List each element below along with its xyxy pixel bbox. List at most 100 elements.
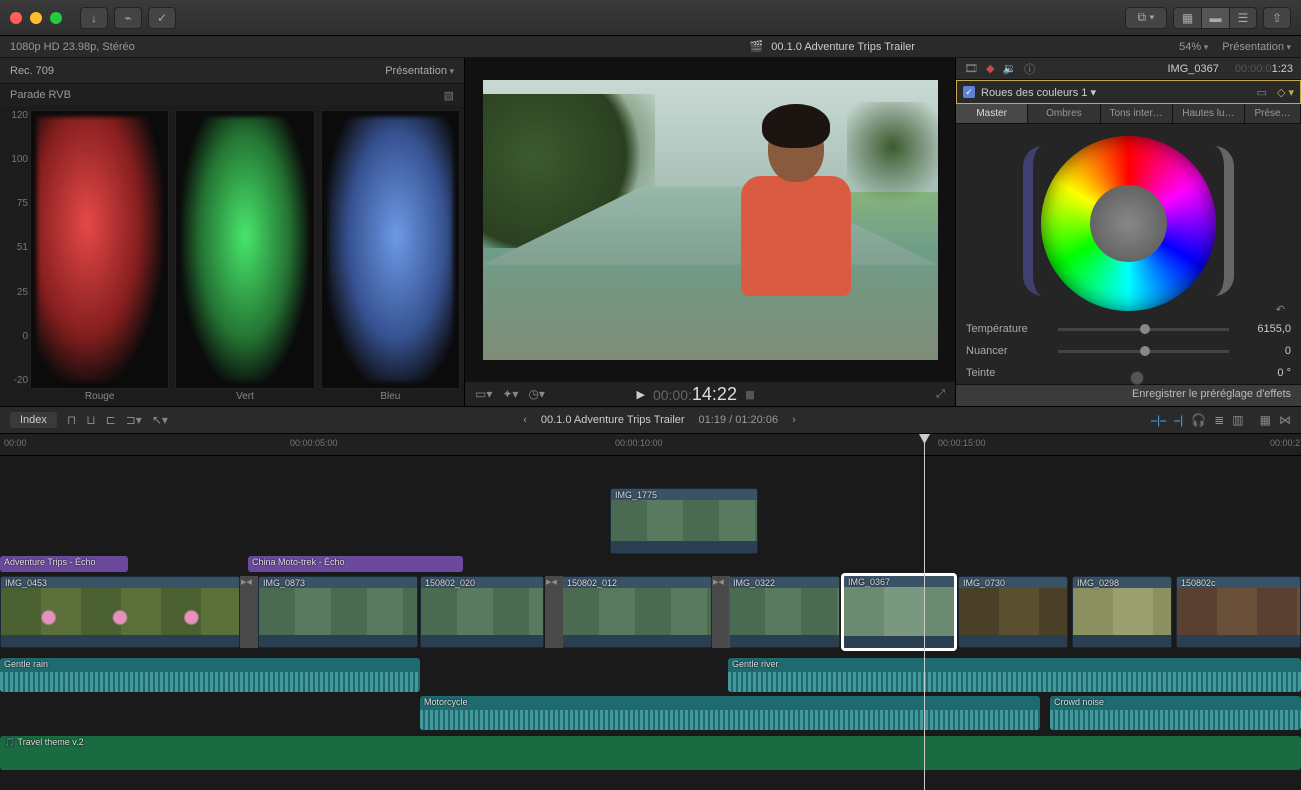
clip-0298[interactable]: IMG_0298 bbox=[1072, 576, 1172, 648]
solo-icon[interactable]: 🎧 bbox=[1191, 413, 1206, 427]
format-info: 1080p HD 23.98p, Stéréo bbox=[10, 41, 440, 53]
info-tab-icon[interactable]: ⓘ bbox=[1024, 61, 1035, 77]
seg-mids[interactable]: Tons inter… bbox=[1101, 104, 1173, 123]
audio-tab-icon[interactable]: 🔉 bbox=[1002, 62, 1016, 75]
inspector-sliders: Température 6155,0 Nuancer 0 Teinte 0 ° bbox=[956, 318, 1301, 384]
ruler-mark-15: 00:00:15:00 bbox=[938, 438, 986, 448]
fullscreen-icon[interactable]: ⤢ bbox=[936, 388, 945, 401]
yaxis-100: 100 bbox=[4, 154, 28, 165]
timeline-ruler[interactable]: 00:00 00:00:05:00 00:00:10:00 00:00:15:0… bbox=[0, 434, 1301, 456]
timeline-back-icon[interactable]: ‹ bbox=[523, 414, 527, 426]
effects-browser-icon[interactable]: ▦ bbox=[1260, 413, 1271, 427]
playhead[interactable] bbox=[924, 434, 925, 790]
color-tab-icon[interactable]: ◆ bbox=[986, 62, 994, 75]
browser-toggle[interactable]: ▦ bbox=[1173, 7, 1201, 29]
scopes-presentation-menu[interactable]: Présentation bbox=[385, 65, 454, 77]
scope-green: Vert bbox=[175, 110, 314, 402]
clip-appearance-icon[interactable]: ▭▾ bbox=[475, 387, 492, 401]
index-button[interactable]: Index bbox=[10, 412, 57, 428]
clip-label: 🎵 Travel theme v.2 bbox=[4, 737, 84, 748]
hue-value[interactable]: 0 ° bbox=[1237, 367, 1291, 379]
temperature-value[interactable]: 6155,0 bbox=[1237, 323, 1291, 335]
skimming-icon[interactable]: ⎯|⎯ bbox=[1151, 413, 1166, 428]
window-controls bbox=[10, 12, 62, 24]
audio-gentle-rain[interactable]: Gentle rain bbox=[0, 658, 420, 692]
tint-slider[interactable] bbox=[1058, 350, 1229, 353]
clip-0322[interactable]: IMG_0322 bbox=[728, 576, 840, 648]
clip-150802-012[interactable]: 150802_012 bbox=[562, 576, 712, 648]
title-clip-2[interactable]: China Moto-trek - Écho bbox=[248, 556, 463, 572]
viewer-canvas[interactable] bbox=[465, 58, 955, 382]
effect-enable-checkbox[interactable]: ✓ bbox=[963, 86, 975, 98]
seg-highs[interactable]: Hautes lu… bbox=[1173, 104, 1245, 123]
clip-0453[interactable]: IMG_0453 bbox=[0, 576, 240, 648]
clip-150802c[interactable]: 150802c bbox=[1176, 576, 1301, 648]
saturation-arc[interactable] bbox=[1023, 146, 1043, 296]
transition[interactable] bbox=[240, 576, 258, 648]
layout-menu[interactable]: ⧉ ▾ bbox=[1125, 7, 1167, 29]
timeline-toggle[interactable]: ▬ bbox=[1201, 7, 1229, 29]
snapping-icon[interactable]: ≣ bbox=[1214, 413, 1224, 427]
maximize-icon[interactable] bbox=[50, 12, 62, 24]
reset-wheel-icon[interactable]: ↶ bbox=[1276, 303, 1285, 316]
yaxis-0: 0 bbox=[4, 331, 28, 342]
keyword-button[interactable]: ⌁ bbox=[114, 7, 142, 29]
effects-icon[interactable]: ✦▾ bbox=[502, 387, 518, 401]
color-effect-row[interactable]: ✓ Roues des couleurs 1 ▾ ▭ ◇ ▾ bbox=[956, 80, 1301, 104]
viewer-presentation-menu[interactable]: Présentation bbox=[1222, 41, 1291, 53]
timeline-toolbar: Index ⊓ ⊔ ⊏ ⊐▾ ↖▾ ‹ 00.1.0 Adventure Tri… bbox=[0, 406, 1301, 434]
timeline-fwd-icon[interactable]: › bbox=[792, 414, 796, 426]
append-clip-icon[interactable]: ⊏ bbox=[106, 413, 116, 427]
clip-label: IMG_0873 bbox=[263, 578, 305, 588]
seg-master[interactable]: Master bbox=[956, 104, 1028, 123]
audio-motorcycle[interactable]: Motorcycle bbox=[420, 696, 1040, 730]
title-clip-1[interactable]: Adventure Trips - Écho bbox=[0, 556, 128, 572]
color-wheel[interactable] bbox=[1041, 136, 1216, 311]
toolbar-right: ⧉ ▾ ▦ ▬ ☰ ⇧ bbox=[1125, 7, 1291, 29]
inspector-panel: 🎞 ◆ 🔉 ⓘ IMG_0367 00:00:01:23 ✓ Roues des… bbox=[956, 58, 1301, 406]
zoom-menu[interactable]: 54% bbox=[1179, 41, 1208, 53]
scope-green-label: Vert bbox=[175, 389, 314, 402]
mask-icon[interactable]: ▭ bbox=[1257, 86, 1267, 99]
lane-icon[interactable]: ▥ bbox=[1232, 413, 1243, 427]
clapper-icon: 🎬 bbox=[750, 40, 764, 53]
audio-skim-icon[interactable]: ⎯| bbox=[1174, 413, 1183, 428]
inspector-toggle[interactable]: ☰ bbox=[1229, 7, 1257, 29]
transitions-browser-icon[interactable]: ⋈ bbox=[1279, 413, 1291, 427]
audio-gentle-river[interactable]: Gentle river bbox=[728, 658, 1301, 692]
close-icon[interactable] bbox=[10, 12, 22, 24]
effect-name-menu[interactable]: Roues des couleurs 1 ▾ bbox=[981, 86, 1257, 99]
hue-dial[interactable] bbox=[1058, 372, 1144, 375]
pause-marks-icon: ▮▮ bbox=[745, 388, 753, 401]
import-button[interactable]: ↓ bbox=[80, 7, 108, 29]
keyframe-icon[interactable]: ◇ ▾ bbox=[1277, 86, 1294, 99]
temperature-slider[interactable] bbox=[1058, 328, 1229, 331]
clip-0873[interactable]: IMG_0873 bbox=[258, 576, 418, 648]
bg-tasks-button[interactable]: ✓ bbox=[148, 7, 176, 29]
retime-icon[interactable]: ◷▾ bbox=[528, 387, 545, 401]
project-title: 00.1.0 Adventure Trips Trailer bbox=[771, 41, 915, 53]
insert-clip-icon[interactable]: ⊔ bbox=[86, 413, 95, 427]
save-preset-button[interactable]: Enregistrer le préréglage d'effets bbox=[956, 384, 1301, 406]
video-tab-icon[interactable]: 🎞 bbox=[964, 62, 978, 75]
play-icon[interactable]: ▶ bbox=[637, 388, 645, 401]
brightness-arc[interactable] bbox=[1214, 146, 1234, 296]
minimize-icon[interactable] bbox=[30, 12, 42, 24]
transition[interactable] bbox=[712, 576, 730, 648]
music-travel-theme[interactable]: 🎵 Travel theme v.2 bbox=[0, 736, 1301, 770]
overwrite-clip-icon[interactable]: ⊐▾ bbox=[126, 413, 142, 427]
connect-clip-icon[interactable]: ⊓ bbox=[67, 413, 76, 427]
clip-0367-selected[interactable]: IMG_0367 bbox=[842, 574, 956, 650]
connected-clip[interactable]: IMG_1775 bbox=[610, 488, 758, 554]
audio-crowd[interactable]: Crowd noise bbox=[1050, 696, 1301, 730]
scopes-settings-icon[interactable]: ▧ bbox=[444, 89, 454, 102]
tools-menu[interactable]: ↖▾ bbox=[152, 413, 168, 427]
seg-preset[interactable]: Prése… bbox=[1245, 104, 1301, 123]
share-button[interactable]: ⇧ bbox=[1263, 7, 1291, 29]
clip-150802-020[interactable]: 150802_020 bbox=[420, 576, 544, 648]
transition[interactable] bbox=[545, 576, 563, 648]
tint-value[interactable]: 0 bbox=[1237, 345, 1291, 357]
seg-shadows[interactable]: Ombres bbox=[1028, 104, 1100, 123]
timeline[interactable]: 00:00 00:00:05:00 00:00:10:00 00:00:15:0… bbox=[0, 434, 1301, 790]
clip-0730[interactable]: IMG_0730 bbox=[958, 576, 1068, 648]
